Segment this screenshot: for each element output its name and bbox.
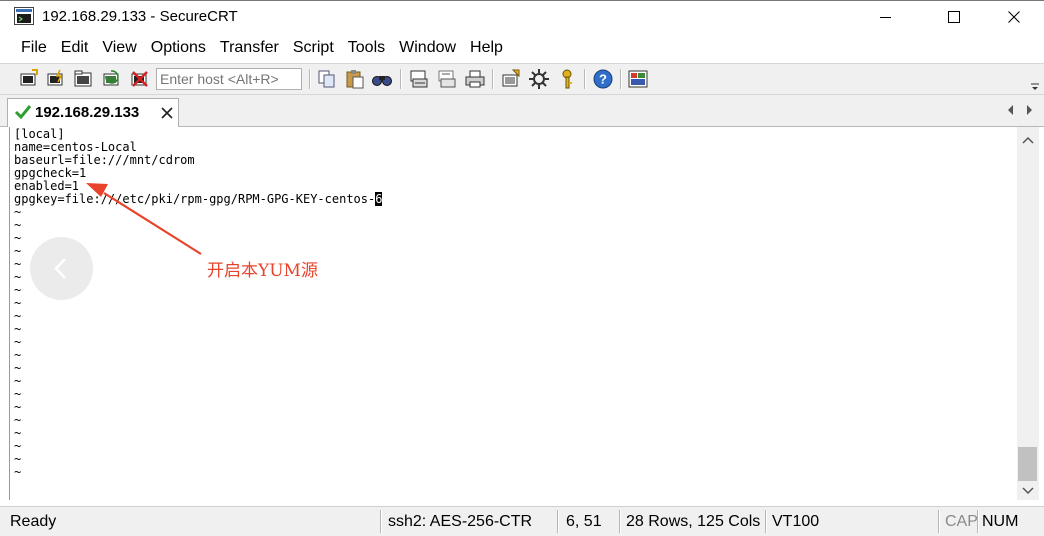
menu-transfer[interactable]: Transfer [213, 33, 286, 63]
status-num-lock: NUM [982, 513, 1019, 530]
menu-help[interactable]: Help [463, 33, 510, 63]
connect-icon[interactable] [18, 68, 40, 90]
keymap-icon[interactable] [556, 68, 578, 90]
scroll-up-icon[interactable] [1022, 135, 1034, 145]
quick-connect-icon[interactable] [45, 68, 67, 90]
menu-edit[interactable]: Edit [54, 33, 96, 63]
find-icon[interactable] [371, 68, 393, 90]
status-divider [765, 510, 767, 533]
toolbar-separator [584, 69, 586, 89]
close-window-button[interactable] [991, 1, 1037, 33]
paste-icon[interactable] [344, 68, 366, 90]
toolbar-overflow-icon[interactable] [1030, 68, 1040, 92]
toolbar-separator [492, 69, 494, 89]
global-options-icon[interactable] [528, 68, 550, 90]
print-screen-icon[interactable] [408, 68, 430, 90]
svg-text:?: ? [599, 72, 607, 87]
session-tab-label: 192.168.29.133 [35, 104, 140, 121]
connected-check-icon [14, 105, 32, 120]
terminal-empty-line: ~ [14, 465, 22, 479]
status-state: Ready [10, 513, 57, 530]
annotation-label: 开启本YUM源 [207, 261, 318, 281]
status-divider [557, 510, 559, 533]
toolbar: ? [0, 63, 1044, 95]
print-icon[interactable] [464, 68, 486, 90]
status-bar: Ready ssh2: AES-256-CTR 6, 51 28 Rows, 1… [0, 506, 1044, 536]
print-selection-icon[interactable] [436, 68, 458, 90]
connect-in-tab-icon[interactable] [73, 68, 95, 90]
toolbar-separator [309, 69, 311, 89]
toolbar-separator [620, 69, 622, 89]
minimize-icon [880, 17, 891, 18]
vertical-scrollbar[interactable] [1017, 127, 1039, 500]
scroll-thumb[interactable] [1018, 447, 1037, 481]
terminal-area[interactable]: [local] name=centos-Local baseurl=file:/… [9, 127, 1018, 500]
minimize-button[interactable] [863, 1, 909, 33]
session-options-icon[interactable] [500, 68, 522, 90]
overlay-back-button[interactable] [30, 237, 93, 300]
terminal-line: gpgkey=file:///etc/pki/rpm-gpg/RPM-GPG-K… [14, 192, 376, 206]
tab-scroll-left-icon[interactable] [1005, 103, 1017, 117]
screen-icon[interactable] [627, 68, 649, 90]
status-divider [977, 510, 979, 533]
disconnect-icon[interactable] [129, 68, 151, 90]
session-tab[interactable]: 192.168.29.133 [7, 98, 179, 127]
close-icon [1008, 11, 1020, 23]
menu-bar: File Edit View Options Transfer Script T… [0, 33, 1044, 63]
scroll-down-icon[interactable] [1022, 486, 1034, 496]
status-emulation: VT100 [772, 513, 820, 530]
status-terminal-size: 28 Rows, 125 Cols [626, 513, 761, 530]
tab-scroll-right-icon[interactable] [1023, 103, 1035, 117]
status-cipher: ssh2: AES-256-CTR [388, 513, 533, 530]
status-cursor-position: 6, 51 [566, 513, 602, 530]
status-caps-lock: CAP [945, 513, 978, 530]
status-divider [380, 510, 382, 533]
window-title: 192.168.29.133 - SecureCRT [42, 8, 238, 25]
help-icon[interactable]: ? [592, 68, 614, 90]
terminal-line-cursor-row: gpgkey=file:///etc/pki/rpm-gpg/RPM-GPG-K… [14, 192, 383, 206]
reconnect-icon[interactable] [101, 68, 123, 90]
maximize-icon [948, 11, 960, 23]
close-tab-icon[interactable] [160, 106, 174, 120]
host-input[interactable] [156, 68, 302, 90]
menu-file[interactable]: File [14, 33, 54, 63]
toolbar-separator [400, 69, 402, 89]
menu-window[interactable]: Window [392, 33, 463, 63]
copy-icon[interactable] [316, 68, 338, 90]
status-divider [619, 510, 621, 533]
menu-view[interactable]: View [95, 33, 143, 63]
menu-tools[interactable]: Tools [341, 33, 392, 63]
maximize-button[interactable] [931, 1, 977, 33]
title-bar: 192.168.29.133 - SecureCRT [0, 0, 1044, 33]
menu-script[interactable]: Script [286, 33, 341, 63]
menu-options[interactable]: Options [144, 33, 213, 63]
tab-bar: 192.168.29.133 [0, 95, 1044, 127]
terminal-cursor: 6 [375, 192, 383, 206]
status-divider [938, 510, 940, 533]
securecrt-app-icon [14, 7, 34, 25]
chevron-left-icon [54, 258, 66, 279]
